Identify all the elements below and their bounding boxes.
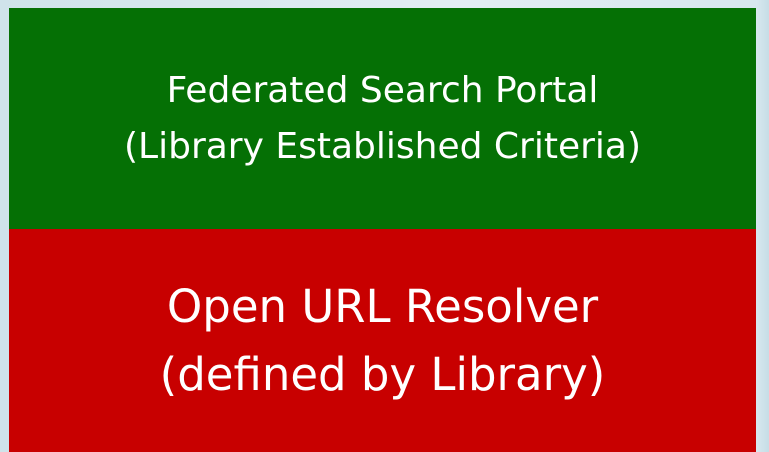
federated-search-portal-subtitle: (Library Established Criteria) [123,125,642,167]
open-url-resolver-title: Open URL Resolver [166,279,599,333]
federated-search-portal-title: Federated Search Portal [166,69,599,111]
open-url-resolver-subtitle: (defined by Library) [159,347,606,401]
background-edge [756,0,769,452]
federated-search-portal-block: Federated Search Portal (Library Establi… [9,8,756,229]
open-url-resolver-block: Open URL Resolver (defined by Library) [9,229,756,452]
